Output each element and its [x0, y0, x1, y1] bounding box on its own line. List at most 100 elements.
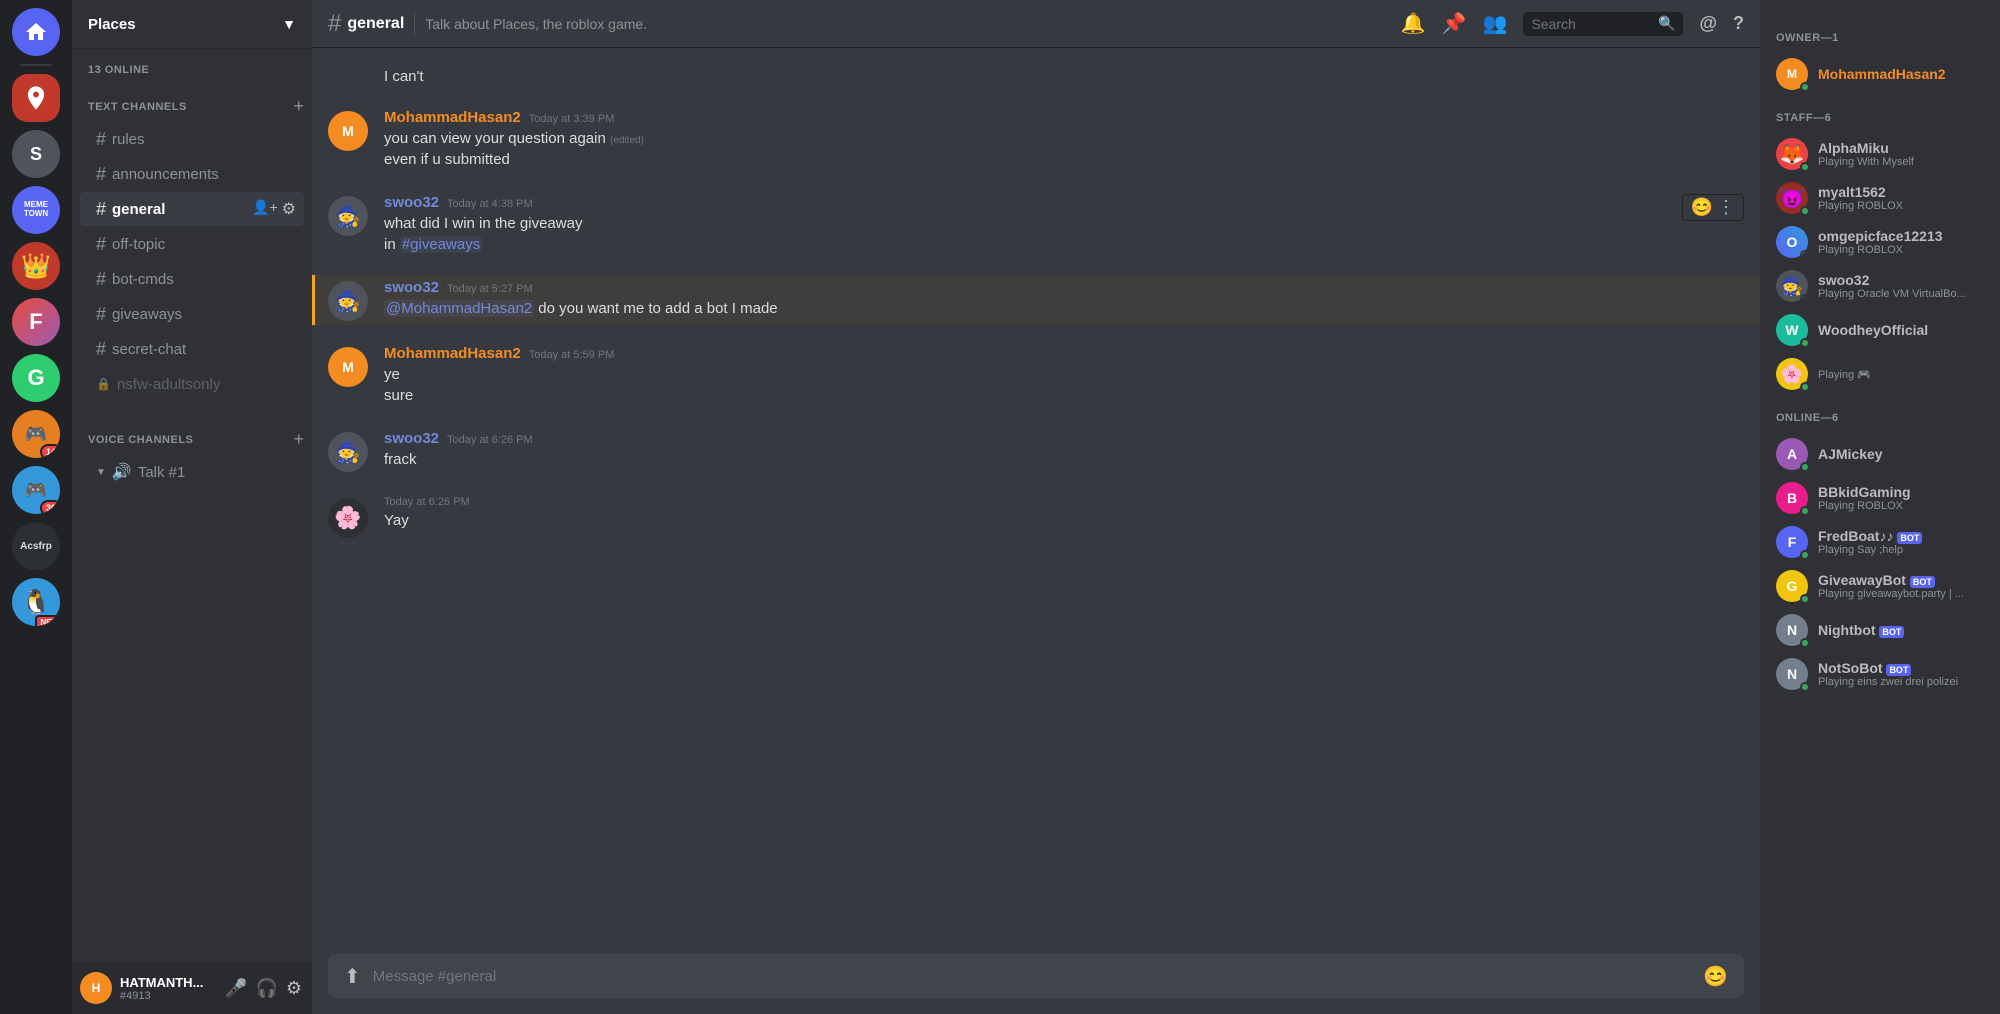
member-status-indicator — [1800, 638, 1810, 648]
member-item-myalt1562[interactable]: 😈 myalt1562 Playing ROBLOX — [1768, 176, 1992, 220]
channel-name: rules — [112, 131, 145, 148]
server-icon-f[interactable]: F — [12, 298, 60, 346]
current-user-tag: #4913 — [120, 990, 215, 1002]
member-item-swoo32[interactable]: 🧙 swoo32 Playing Oracle VM VirtualBo... — [1768, 264, 1992, 308]
server-icon-30[interactable]: 🎮 30 — [12, 466, 60, 514]
speaker-icon: 🔊 — [112, 462, 132, 482]
member-item-ajmickey[interactable]: A AJMickey — [1768, 432, 1992, 476]
member-status-indicator — [1800, 294, 1808, 302]
current-user-avatar: H — [80, 972, 112, 1004]
mute-button[interactable]: 🎤 — [223, 976, 249, 1001]
member-avatar: A — [1776, 438, 1808, 470]
member-item-omgepicface[interactable]: O omgepicface12213 Playing ROBLOX — [1768, 220, 1992, 264]
notification-bell-icon[interactable]: 🔔 — [1401, 11, 1426, 36]
channel-announcements[interactable]: # announcements — [80, 157, 304, 191]
bot-badge: BOT — [1886, 664, 1911, 676]
server-icon-places[interactable] — [12, 74, 60, 122]
member-status-indicator — [1800, 382, 1810, 392]
member-item-woodhey[interactable]: W WoodheyOfficial — [1768, 308, 1992, 352]
message-text: I can't — [384, 68, 424, 85]
deafen-button[interactable]: 🎧 — [253, 976, 279, 1001]
search-input[interactable] — [1531, 16, 1652, 32]
message-content: swoo32 Today at 4:38 PM what did I win i… — [384, 194, 1744, 255]
member-item-fredboat[interactable]: F FredBoat♪♪ BOT Playing Say ;help — [1768, 520, 1992, 564]
more-options-icon[interactable]: ⋮ — [1717, 197, 1735, 218]
voice-channels-category[interactable]: VOICE CHANNELS + — [72, 413, 312, 454]
member-item-nightbot[interactable]: N Nightbot BOT — [1768, 608, 1992, 652]
pinned-messages-icon[interactable]: 📌 — [1442, 11, 1467, 36]
message-author[interactable]: MohammadHasan2 — [384, 345, 521, 362]
upload-icon[interactable]: ⬆ — [344, 964, 361, 989]
member-item-notsobot[interactable]: N NotSoBot BOT Playing eins zwei drei po… — [1768, 652, 1992, 696]
message-text: you can view your question again (edited… — [384, 128, 1744, 149]
channel-name: giveaways — [112, 306, 182, 323]
message-author[interactable]: swoo32 — [384, 194, 439, 211]
message-input[interactable] — [373, 968, 1691, 985]
add-member-icon[interactable]: 👤+ — [252, 199, 278, 219]
member-activity: Playing 🎮 — [1818, 368, 1984, 381]
message-author[interactable]: swoo32 — [384, 279, 439, 296]
server-icon-meme-town[interactable]: MEMETOWN — [12, 186, 60, 234]
server-icon-home[interactable] — [12, 8, 60, 56]
server-icon-penguin-chat[interactable]: 🐧 NEW — [12, 578, 60, 626]
member-item-anon[interactable]: 🌸 Playing 🎮 — [1768, 352, 1992, 396]
member-status-indicator — [1800, 162, 1810, 172]
user-mention[interactable]: @MohammadHasan2 — [384, 300, 534, 317]
add-voice-channel-icon[interactable]: + — [293, 429, 304, 450]
message-author[interactable]: MohammadHasan2 — [384, 109, 521, 126]
server-icon-green[interactable]: G — [12, 354, 60, 402]
server-icon-acsfrp[interactable]: Acsfrp — [12, 522, 60, 570]
member-item-giveawaybot[interactable]: G GiveawayBot BOT Playing giveawaybot.pa… — [1768, 564, 1992, 608]
server-icon-s[interactable]: S — [12, 130, 60, 178]
bot-badge: BOT — [1897, 532, 1922, 544]
emoji-picker-icon[interactable]: 😊 — [1703, 964, 1728, 989]
chat-header: # general Talk about Places, the roblox … — [312, 0, 1760, 48]
at-icon[interactable]: @ — [1699, 13, 1717, 34]
message-header: swoo32 Today at 5:27 PM — [384, 279, 1744, 296]
channel-rules[interactable]: # rules — [80, 122, 304, 156]
channel-off-topic[interactable]: # off-topic — [80, 227, 304, 261]
server-name: Places — [88, 16, 136, 33]
channel-header-info: # general Talk about Places, the roblox … — [328, 10, 647, 38]
server-icon-crown[interactable]: 👑 — [12, 242, 60, 290]
search-box[interactable]: 🔍 — [1523, 12, 1683, 36]
message-content: MohammadHasan2 Today at 5:59 PM ye sure — [384, 345, 1744, 406]
header-channel-name: general — [347, 15, 404, 33]
member-info: Playing 🎮 — [1818, 368, 1984, 381]
react-icon[interactable]: 😊 — [1691, 197, 1713, 218]
message-timestamp: Today at 6:26 PM — [447, 434, 533, 446]
server-header[interactable]: Places ▼ — [72, 0, 312, 48]
message-author[interactable]: swoo32 — [384, 430, 439, 447]
member-status-indicator — [1800, 82, 1810, 92]
member-item-mh2-owner[interactable]: M MohammadHasan2 — [1768, 52, 1992, 96]
member-name: FredBoat♪♪ BOT — [1818, 528, 1984, 544]
text-channels-category[interactable]: TEXT CHANNELS + — [72, 80, 312, 121]
member-item-bbkid[interactable]: B BBkidGaming Playing ROBLOX — [1768, 476, 1992, 520]
channel-nsfw[interactable]: 🔒 nsfw-adultsonly — [80, 367, 304, 401]
member-info: omgepicface12213 Playing ROBLOX — [1818, 228, 1984, 256]
member-name: WoodheyOfficial — [1818, 322, 1984, 338]
channel-general[interactable]: # general 👤+ ⚙ — [80, 192, 304, 226]
member-activity: Playing ROBLOX — [1818, 200, 1984, 212]
member-item-alphamiku[interactable]: 🦊 AlphaMiku Playing With Myself — [1768, 132, 1992, 176]
channel-secret-chat[interactable]: # secret-chat — [80, 332, 304, 366]
message-avatar: 🌸 — [328, 498, 368, 538]
user-settings-button[interactable]: ⚙ — [284, 976, 304, 1001]
channel-bot-cmds[interactable]: # bot-cmds — [80, 262, 304, 296]
voice-channel-talk1[interactable]: ▼ 🔊 Talk #1 — [80, 455, 304, 489]
channel-mention[interactable]: #giveaways — [400, 236, 482, 253]
add-channel-icon[interactable]: + — [293, 96, 304, 117]
member-avatar: G — [1776, 570, 1808, 602]
server-icon-14[interactable]: 🎮 14 — [12, 410, 60, 458]
member-avatar: W — [1776, 314, 1808, 346]
server-divider — [20, 64, 52, 66]
message-text: sure — [384, 385, 1744, 406]
hash-icon: # — [96, 164, 106, 185]
channel-settings-icon[interactable]: ⚙ — [282, 199, 296, 219]
online-section-header: ONLINE—6 — [1768, 396, 1992, 428]
member-activity: Playing Oracle VM VirtualBo... — [1818, 288, 1984, 300]
help-icon[interactable]: ? — [1733, 13, 1744, 34]
channel-giveaways[interactable]: # giveaways — [80, 297, 304, 331]
member-list-icon[interactable]: 👥 — [1483, 11, 1508, 36]
messages-area: I can't M MohammadHasan2 Today at 3:39 P… — [312, 48, 1760, 954]
